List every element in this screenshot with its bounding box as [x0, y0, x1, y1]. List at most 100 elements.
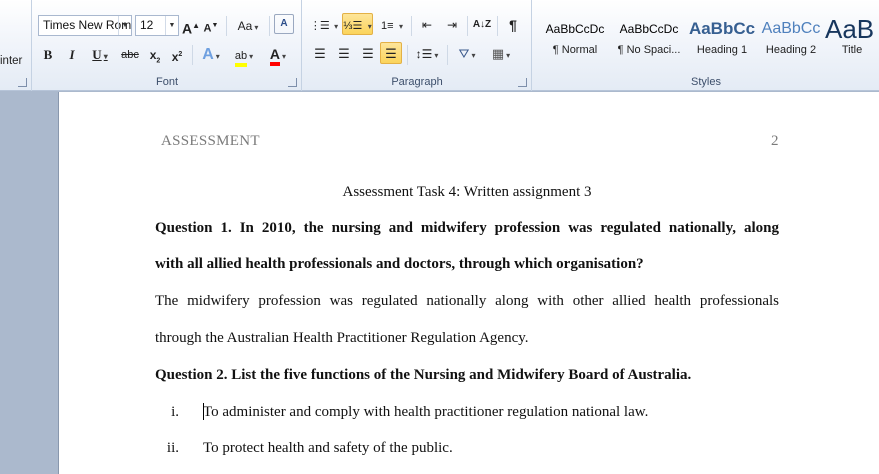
question-1-line-1: Question 1. In 2010, the nursing and mid…: [155, 220, 779, 236]
question-1-line-2: with all allied health professionals and…: [155, 256, 644, 272]
decrease-indent-button[interactable]: ⇤: [416, 14, 438, 36]
font-group-label: Font: [155, 76, 178, 88]
answer-1-line-2: through the Australian Health Practition…: [155, 330, 529, 346]
styles-group: AaBbCcDc ¶ Normal AaBbCcDc ¶ No Spaci...…: [533, 0, 879, 91]
style-sample: AaBbCcDc: [619, 22, 679, 36]
list-item-number: ii.: [166, 440, 179, 456]
multilevel-list-icon: 1≡: [381, 20, 394, 32]
clipboard-dialog-launcher-icon[interactable]: [18, 78, 27, 87]
document-page[interactable]: ASSESSMENT 2 Assessment Task 4: Written …: [58, 92, 879, 474]
style-sample: AaBbCcDc: [545, 22, 605, 36]
highlight-button[interactable]: ab: [229, 44, 259, 67]
page-number: 2: [771, 133, 779, 149]
separator: [192, 45, 193, 65]
paint-bucket-icon: ⛛: [458, 46, 470, 61]
font-size-value: 12: [140, 18, 154, 32]
separator: [467, 16, 468, 36]
numbering-icon: ⅓☰: [343, 20, 363, 32]
align-left-icon: ☰: [314, 46, 326, 61]
list-item: To administer and comply with health pra…: [203, 404, 649, 420]
question-2: Question 2. List the five functions of t…: [155, 367, 692, 383]
justify-button[interactable]: ☰: [380, 42, 402, 64]
font-name-combo[interactable]: Times New Rom ▼: [38, 15, 132, 36]
superscript-button[interactable]: x2: [168, 44, 186, 66]
separator: [411, 16, 412, 36]
align-center-icon: ☰: [338, 46, 350, 61]
style-normal[interactable]: AaBbCcDc ¶ Normal: [539, 12, 611, 66]
line-spacing-button[interactable]: ↕☰: [412, 43, 442, 65]
style-name: Heading 1: [696, 44, 748, 56]
increase-indent-icon: ⇥: [446, 18, 458, 32]
document-area: ASSESSMENT 2 Assessment Task 4: Written …: [0, 92, 879, 474]
paragraph-group: ⋮☰ ⅓☰ 1≡ ⇤ ⇥ A↓Z ¶ ☰ ☰ ☰ ☰ ↕☰ ⛛ ▦ Paragr: [303, 0, 532, 91]
font-color-button[interactable]: A: [263, 44, 293, 66]
separator: [497, 16, 498, 36]
underline-button[interactable]: U: [86, 44, 114, 66]
clipboard-group: inter: [0, 0, 32, 91]
list-item-number: i.: [171, 404, 179, 420]
subscript-button[interactable]: x2: [146, 44, 164, 66]
numbering-button[interactable]: ⅓☰: [342, 13, 373, 35]
align-left-button[interactable]: ☰: [309, 43, 331, 65]
font-name-dropdown-icon[interactable]: ▼: [118, 16, 131, 35]
separator: [269, 16, 270, 36]
multilevel-list-button[interactable]: 1≡: [377, 14, 407, 36]
ribbon: inter Times New Rom ▼ 12 ▼ A▲ A▼ Aa A B …: [0, 0, 879, 91]
align-right-icon: ☰: [362, 46, 374, 61]
text-effects-button[interactable]: A: [198, 44, 224, 66]
clear-formatting-icon: A: [280, 18, 288, 29]
align-right-button[interactable]: ☰: [357, 43, 379, 65]
styles-group-label: Styles: [691, 76, 721, 88]
line-spacing-icon: ↕☰: [415, 47, 433, 61]
change-case-button[interactable]: Aa: [232, 15, 264, 37]
clear-formatting-button[interactable]: A: [274, 14, 294, 34]
running-header: ASSESSMENT: [161, 133, 260, 149]
separator: [226, 16, 227, 36]
style-name: ¶ Normal: [552, 44, 598, 56]
font-dialog-launcher-icon[interactable]: [288, 78, 297, 87]
sort-icon: A↓Z: [472, 19, 492, 30]
sort-button[interactable]: A↓Z: [471, 14, 493, 36]
bullets-button[interactable]: ⋮☰: [309, 14, 339, 36]
increase-indent-button[interactable]: ⇥: [441, 14, 463, 36]
borders-icon: ▦: [491, 46, 505, 61]
text-cursor: [203, 403, 204, 420]
paragraph-group-label: Paragraph: [391, 76, 443, 88]
font-size-dropdown-icon[interactable]: ▼: [165, 16, 178, 35]
separator: [407, 45, 408, 65]
justify-icon: ☰: [385, 46, 397, 61]
show-formatting-marks-button[interactable]: ¶: [502, 14, 524, 36]
separator: [447, 45, 448, 65]
italic-button[interactable]: I: [62, 44, 82, 66]
shading-button[interactable]: ⛛: [452, 43, 482, 65]
align-center-button[interactable]: ☰: [333, 43, 355, 65]
style-name: ¶ No Spaci...: [617, 44, 681, 56]
borders-button[interactable]: ▦: [486, 43, 516, 65]
style-heading-2[interactable]: AaBbCc Heading 2: [755, 12, 827, 66]
style-sample: AaBbCc: [761, 20, 821, 37]
style-title[interactable]: AaB Title: [825, 12, 879, 66]
grow-font-icon: A: [182, 20, 193, 37]
document-title: Assessment Task 4: Written assignment 3: [342, 184, 592, 200]
font-color-icon: A: [269, 47, 281, 66]
style-sample: AaBbCc: [688, 19, 756, 38]
font-group: Times New Rom ▼ 12 ▼ A▲ A▼ Aa A B I U ab…: [33, 0, 302, 91]
paragraph-dialog-launcher-icon[interactable]: [518, 78, 527, 87]
shrink-font-button[interactable]: A▼: [203, 15, 219, 37]
list-item: To protect health and safety of the publ…: [203, 440, 453, 456]
grow-font-button[interactable]: A▲: [182, 15, 200, 37]
text-effects-icon: A: [202, 46, 214, 63]
format-painter-button[interactable]: inter: [0, 55, 22, 67]
highlight-icon: ab: [234, 49, 248, 67]
bold-button[interactable]: B: [38, 44, 58, 66]
style-no-spacing[interactable]: AaBbCcDc ¶ No Spaci...: [613, 12, 685, 66]
style-heading-1[interactable]: AaBbCc Heading 1: [686, 12, 758, 66]
bullets-icon: ⋮☰: [309, 20, 330, 32]
answer-1-line-1: The midwifery profession was regulated n…: [155, 293, 779, 309]
font-size-combo[interactable]: 12 ▼: [135, 15, 179, 36]
style-name: Heading 2: [765, 44, 817, 56]
underline-icon: U: [92, 47, 102, 62]
style-sample: AaB: [825, 14, 875, 44]
strikethrough-button[interactable]: abc: [118, 44, 142, 66]
style-name: Title: [841, 44, 863, 56]
